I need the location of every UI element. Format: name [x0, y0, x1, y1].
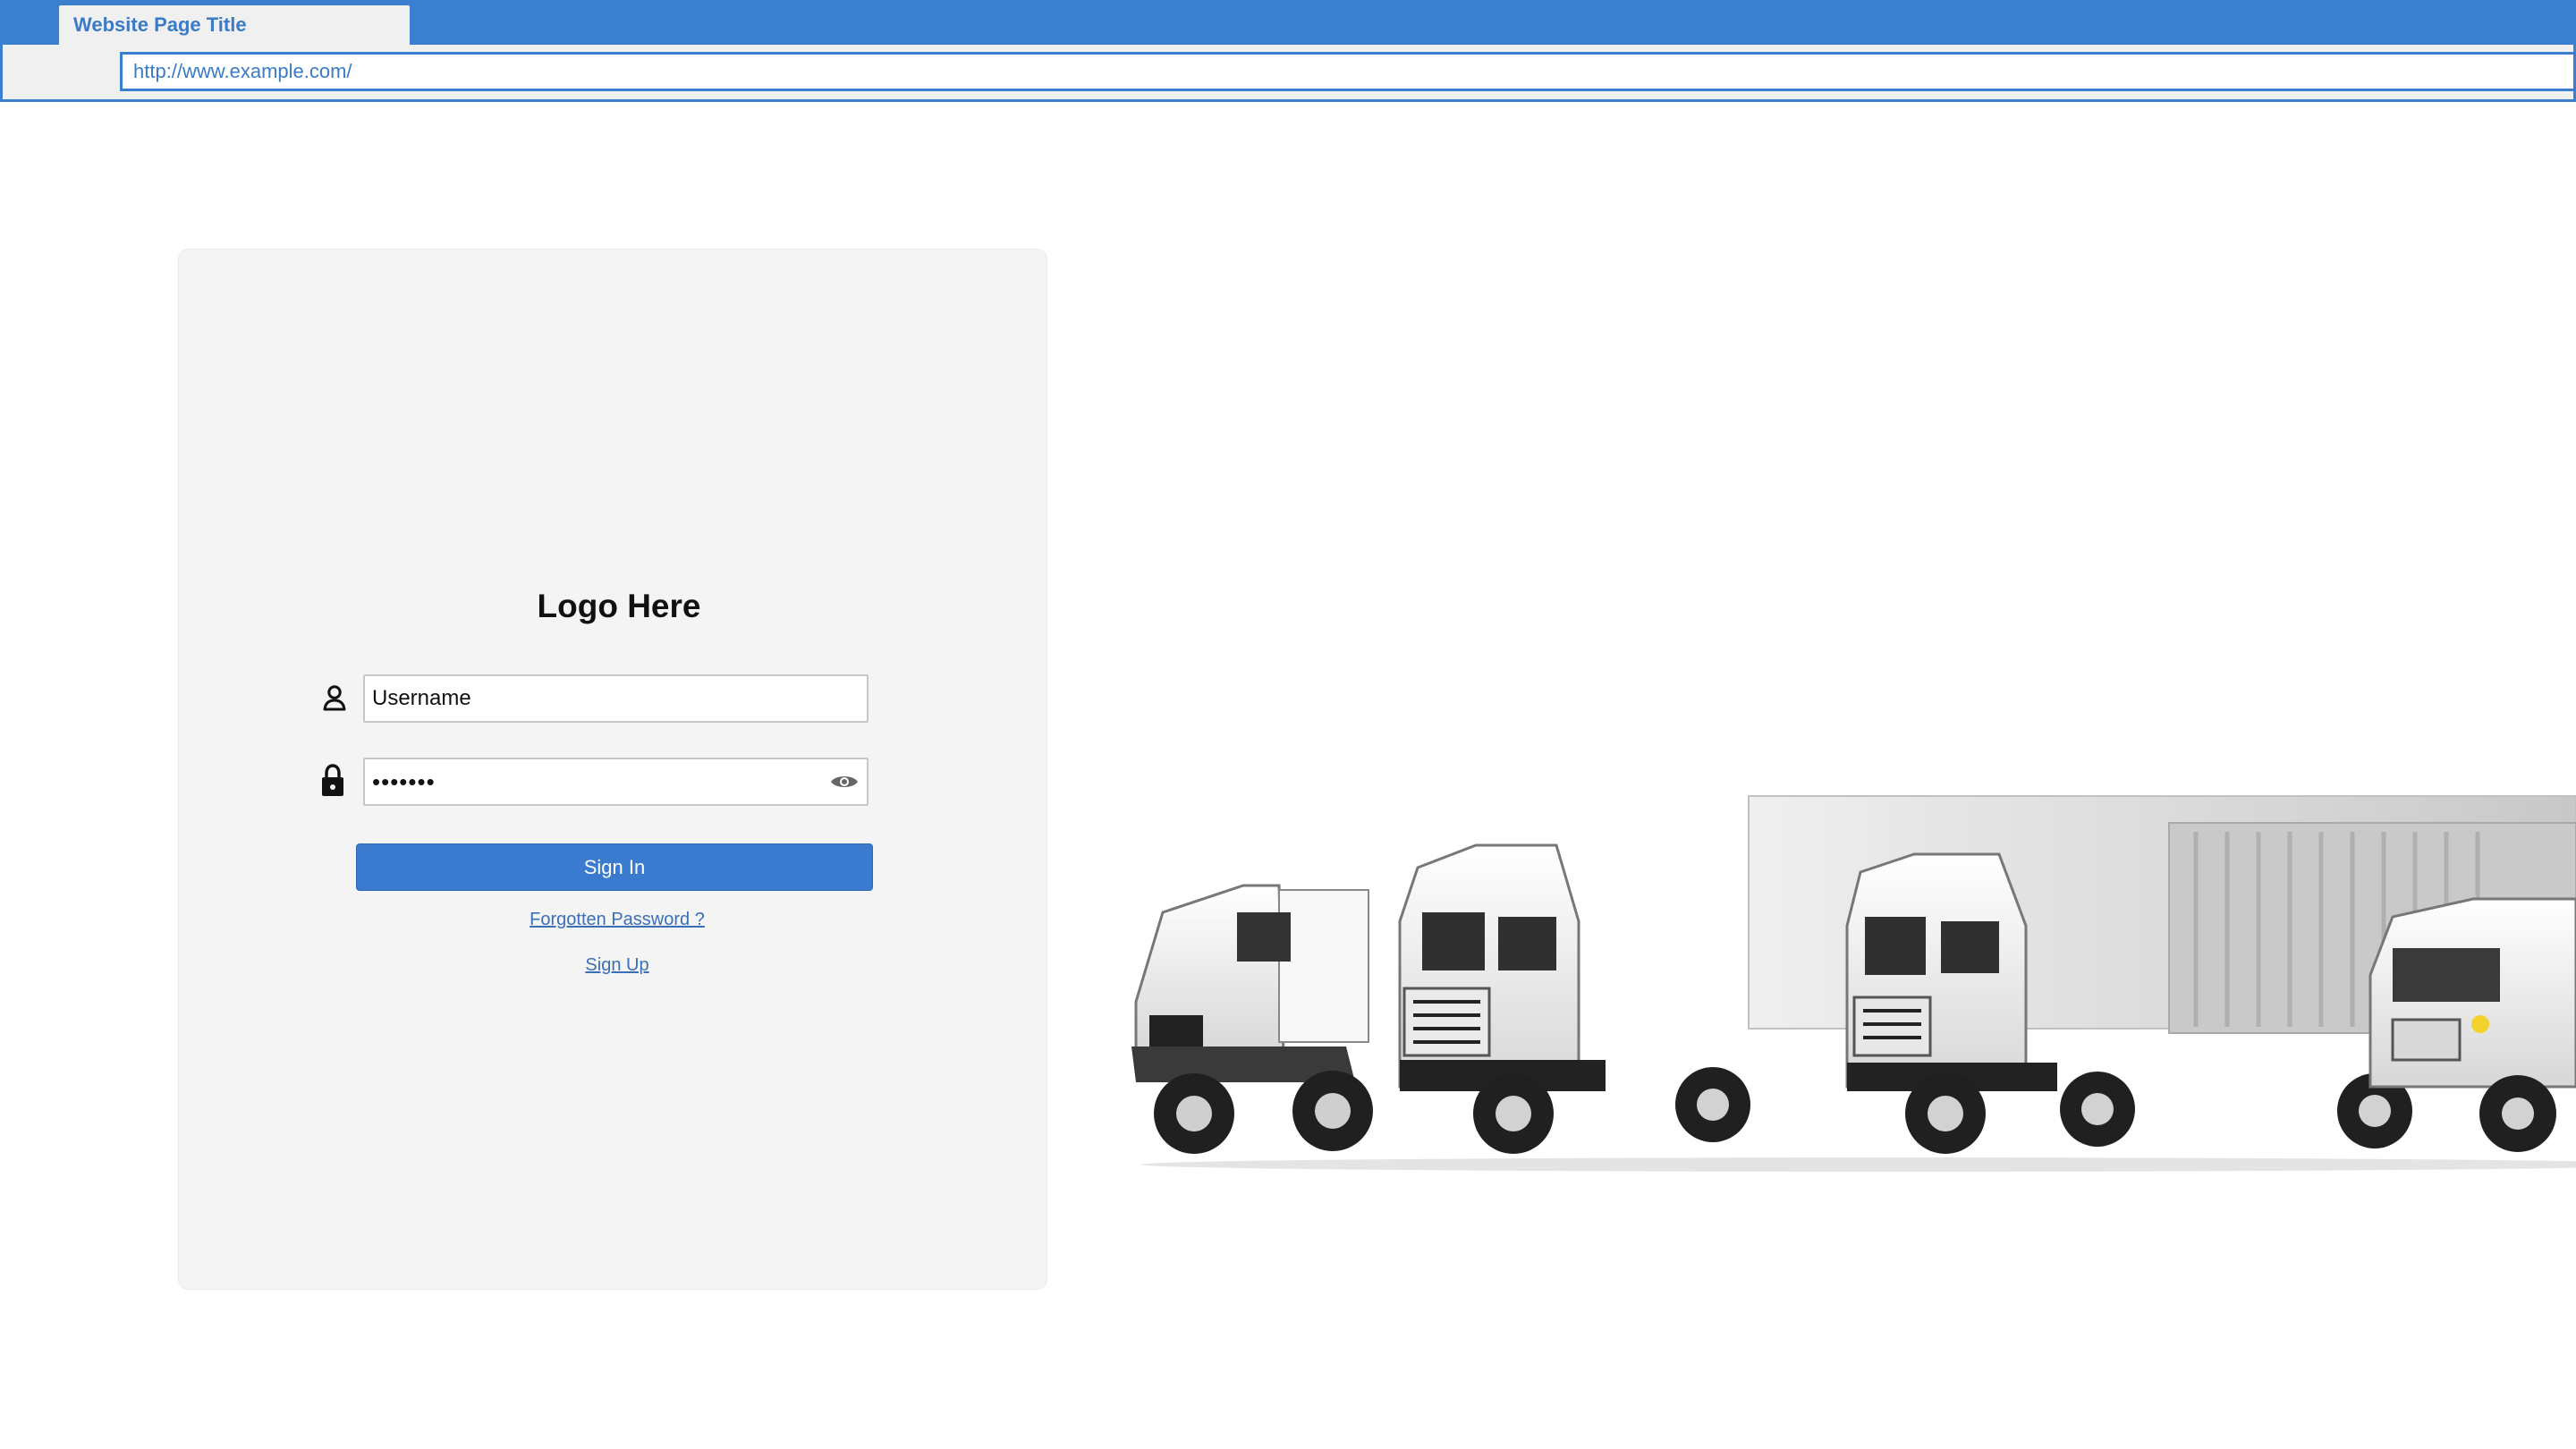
logo-text: Logo Here	[537, 588, 701, 624]
trucks-image	[1131, 795, 2576, 1172]
username-input[interactable]: Username	[363, 674, 869, 723]
password-value: •••••••	[372, 768, 436, 795]
forgot-password-link[interactable]: Forgotten Password ?	[179, 910, 1046, 930]
browser-title-bar: Website Page Title	[0, 0, 2576, 47]
eye-icon[interactable]	[829, 772, 860, 792]
sign-in-button[interactable]: Sign In	[356, 843, 873, 891]
address-bar: http://www.example.com/	[0, 45, 2576, 102]
lock-icon	[322, 764, 343, 796]
user-icon	[323, 685, 346, 711]
password-input[interactable]: •••••••	[363, 758, 869, 806]
login-card: Logo Here Username ••••••• Sign In Forgo…	[178, 249, 1047, 1290]
browser-tab-title: Website Page Title	[73, 13, 247, 36]
url-input[interactable]: http://www.example.com/	[120, 52, 2576, 91]
browser-tab[interactable]: Website Page Title	[59, 5, 410, 47]
sign-up-link[interactable]: Sign Up	[179, 955, 1046, 976]
